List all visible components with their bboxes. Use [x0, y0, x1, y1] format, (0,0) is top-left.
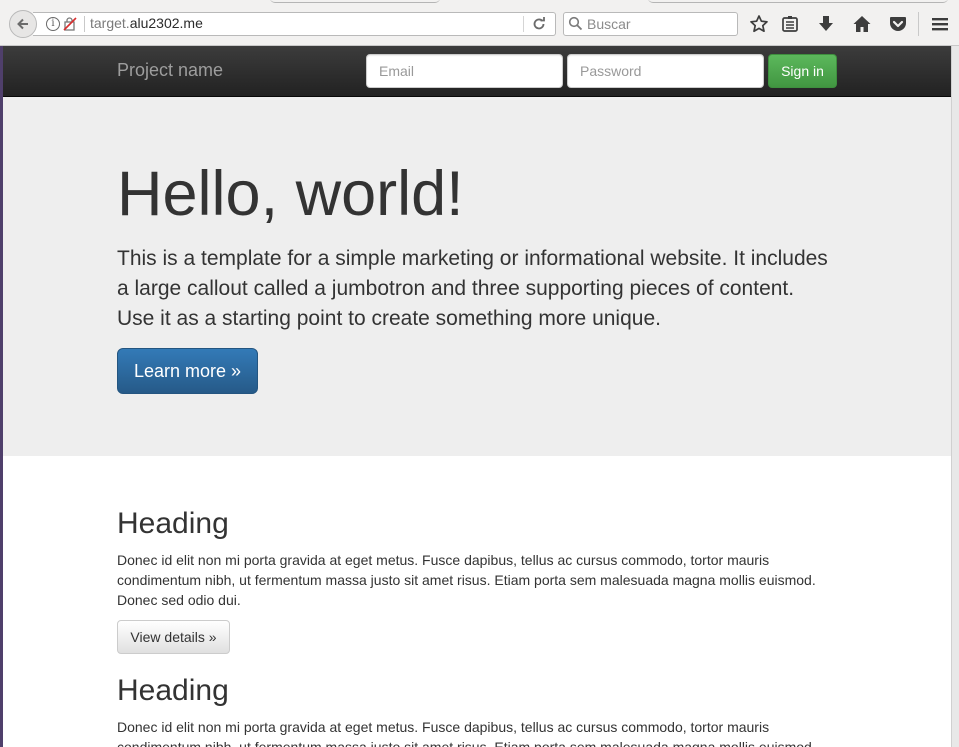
sign-in-button[interactable]: Sign in — [768, 54, 837, 88]
view-details-button[interactable]: View details » — [117, 620, 230, 654]
url-domain: alu2302.me — [129, 15, 203, 31]
learn-more-button[interactable]: Learn more » — [117, 348, 258, 394]
insecure-icon[interactable] — [63, 17, 77, 31]
back-icon — [17, 18, 28, 30]
url-separator — [84, 16, 85, 32]
search-icon — [568, 16, 583, 31]
url-separator — [523, 16, 524, 32]
info-icon[interactable]: i — [46, 17, 60, 31]
section-text: Donec id elit non mi porta gravida at eg… — [117, 719, 816, 747]
home-icon[interactable] — [852, 14, 872, 34]
back-button[interactable] — [9, 10, 37, 38]
section-text: Donec id elit non mi porta gravida at eg… — [117, 552, 816, 608]
scrollbar-gutter[interactable] — [951, 46, 959, 747]
reading-list-icon[interactable] — [780, 14, 800, 34]
tab-edge — [648, 0, 948, 3]
toolbar-separator — [918, 12, 919, 36]
menu-icon[interactable] — [930, 14, 950, 34]
bookmark-star-icon[interactable] — [749, 14, 769, 34]
password-field[interactable] — [567, 54, 764, 88]
navbar-brand[interactable]: Project name — [117, 60, 223, 81]
section-heading: Heading — [117, 507, 229, 540]
url-text[interactable]: target.alu2302.me — [90, 15, 203, 31]
pocket-icon[interactable] — [888, 14, 908, 34]
tab-edge — [270, 0, 440, 3]
email-field[interactable] — [366, 54, 563, 88]
url-prefix: target. — [90, 15, 130, 31]
jumbotron-lead: This is a template for a simple marketin… — [117, 247, 828, 330]
jumbotron-title: Hello, world! — [117, 159, 464, 229]
reload-icon[interactable] — [531, 16, 547, 32]
download-icon[interactable] — [816, 14, 836, 34]
section-heading: Heading — [117, 674, 229, 707]
search-placeholder[interactable]: Buscar — [587, 16, 631, 32]
